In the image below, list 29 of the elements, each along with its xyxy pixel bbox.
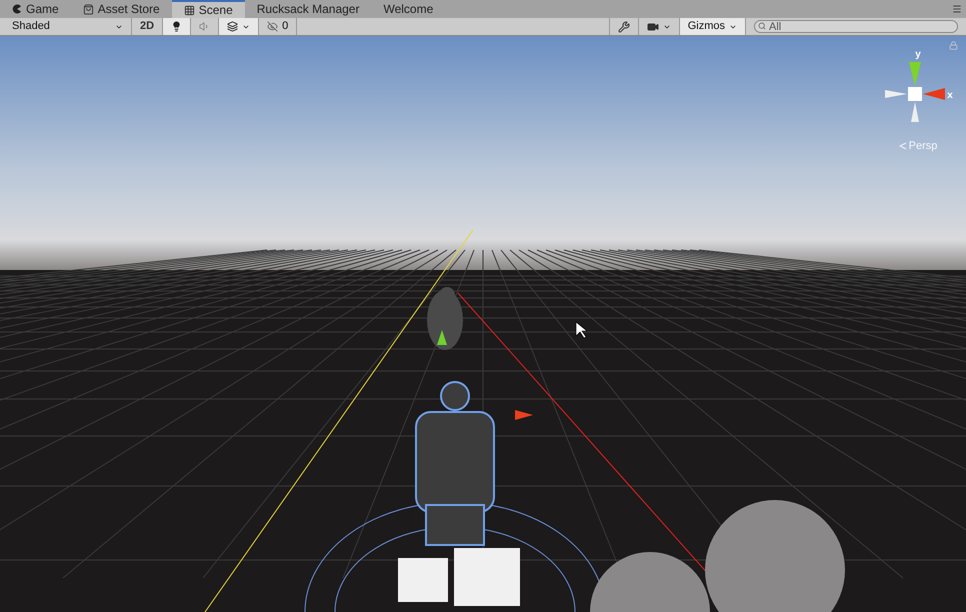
- camera-icon: [646, 20, 659, 32]
- layers-icon: [227, 21, 238, 32]
- grid-icon: [184, 4, 195, 16]
- tab[interactable]: Game: [0, 0, 71, 18]
- button-block: [398, 558, 448, 602]
- wrench-icon: [618, 20, 630, 32]
- cursor-icon: [576, 321, 588, 338]
- chevron-icon: [898, 142, 907, 150]
- axis-label: x: [947, 88, 953, 102]
- axis-label: y: [915, 50, 921, 60]
- tab[interactable]: Rucksack Manager: [244, 0, 372, 18]
- tab[interactable]: Welcome: [371, 0, 446, 18]
- tab[interactable]: Scene: [172, 0, 245, 18]
- lighting-toggle[interactable]: [163, 18, 192, 35]
- effects-toggle[interactable]: [219, 18, 260, 35]
- button-block: [454, 548, 520, 606]
- bag-icon: [82, 4, 94, 14]
- gizmos-dropdown[interactable]: Gizmos: [678, 18, 746, 35]
- search-field[interactable]: All: [754, 20, 958, 33]
- tab[interactable]: Asset Store: [70, 0, 172, 18]
- menu-icon[interactable]: [952, 4, 962, 14]
- arrow-handle[interactable]: [437, 330, 447, 345]
- eye-off-icon: [267, 21, 278, 32]
- lightbulb-icon: [171, 21, 182, 32]
- hidden-objects-button[interactable]: 0: [259, 18, 298, 35]
- character-figure: [427, 287, 463, 350]
- arrow-handle[interactable]: [515, 410, 533, 420]
- speaker-icon: [199, 21, 210, 32]
- pacman-icon: [12, 4, 22, 14]
